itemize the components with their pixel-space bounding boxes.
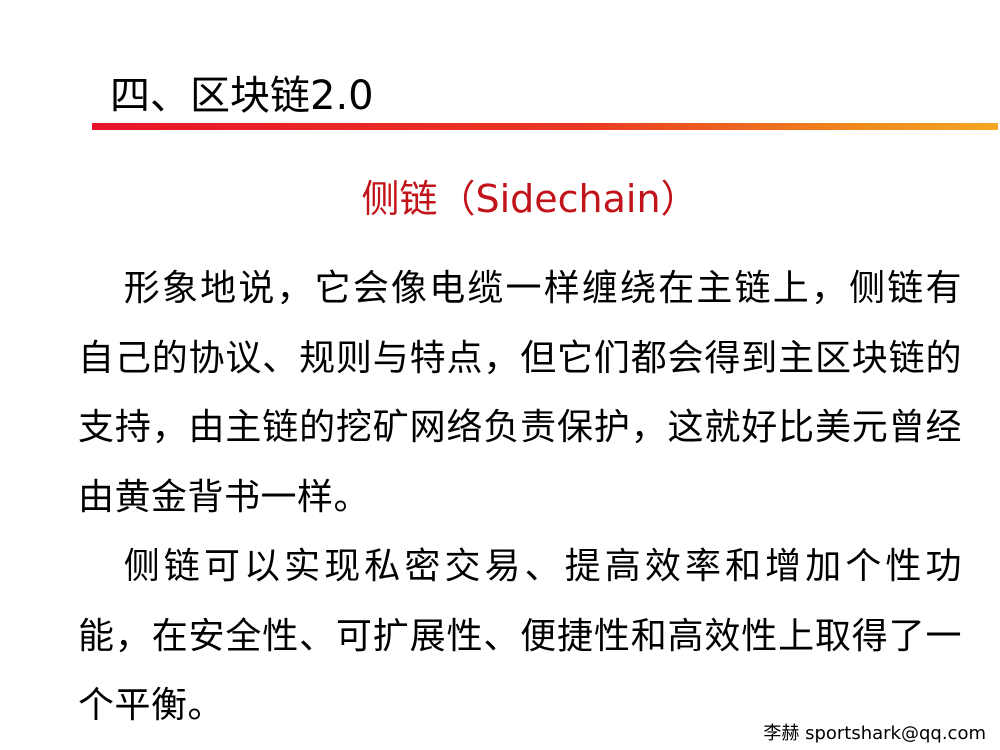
slide-subtitle: 侧链（Sidechain） xyxy=(361,177,699,221)
paragraph-2: 侧链可以实现私密交易、提高效率和增加个性功能，在安全性、可扩展性、便捷性和高效性… xyxy=(78,546,962,726)
slide-title: 四、区块链2.0 xyxy=(110,73,374,119)
paragraph-1: 形象地说，它会像电缆一样缠绕在主链上，侧链有自己的协议、规则与特点，但它们都会得… xyxy=(78,268,962,518)
slide-body: 形象地说，它会像电缆一样缠绕在主链上，侧链有自己的协议、规则与特点，但它们都会得… xyxy=(78,254,962,741)
author-contact: 李赫 sportshark@qq.com xyxy=(763,723,986,744)
title-underline xyxy=(92,123,998,130)
